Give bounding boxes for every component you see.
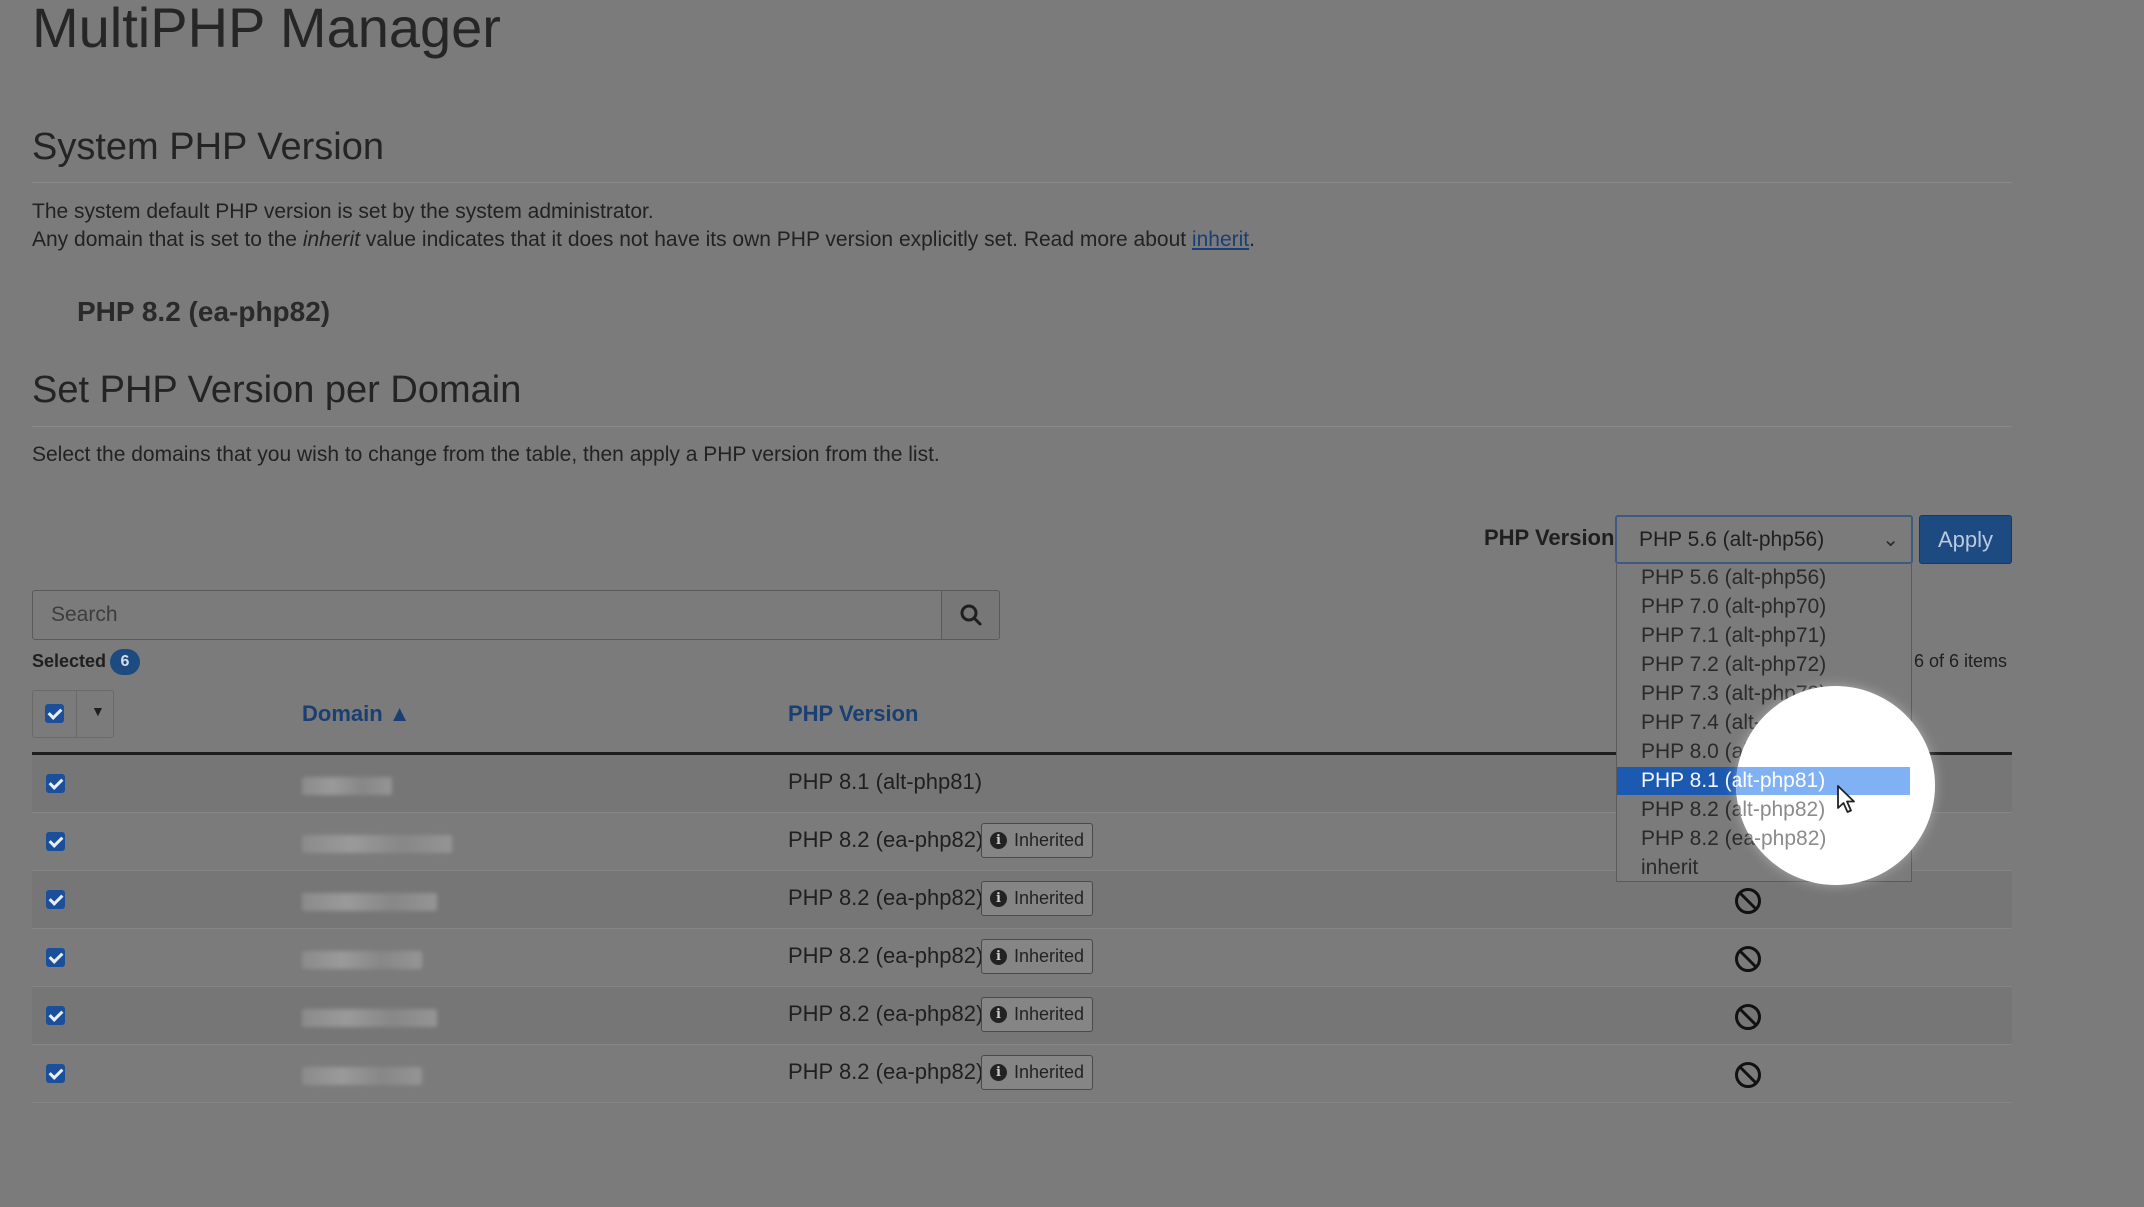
mouse-pointer-icon [1837,785,1855,813]
dropdown-option[interactable]: PHP 7.0 (alt-php70) [1617,593,1911,621]
domain-name-redacted [302,951,422,969]
items-count: 6 of 6 items [1914,651,2008,671]
multiphp-manager-page: MultiPHP Manager System PHP Version The … [0,0,2144,1207]
spotlight-option: PHP 8.2 (alt-php82) [1736,798,1826,821]
system-php-heading: System PHP Version [32,126,385,168]
dropdown-option[interactable]: PHP 7.1 (alt-php71) [1617,622,1911,650]
spotlight-option: inherit [1736,854,1910,882]
domain-name-redacted [302,777,392,795]
php-version-value: PHP 8.2 (ea-php82) [788,943,984,968]
desc-emphasis: inherit [302,228,361,251]
selected-count-badge: 6 [110,649,140,675]
column-header-domain[interactable]: Domain ▲ [302,701,411,727]
page-title: MultiPHP Manager [32,0,501,59]
domain-name-redacted [302,835,452,853]
chevron-down-icon: ⌄ [1882,529,1899,551]
php-version-value: PHP 8.2 (ea-php82) [788,885,984,910]
row-checkbox[interactable] [46,1006,65,1025]
php-version-value: PHP 8.2 (ea-php82) [788,1059,984,1084]
search-button[interactable] [941,590,1000,640]
inherited-badge: i Inherited [981,1055,1094,1090]
domain-name-redacted [302,1009,437,1027]
row-checkbox[interactable] [46,1064,65,1083]
select-all-checkbox[interactable] [45,704,64,723]
ban-icon [1735,1062,1761,1088]
info-icon: i [990,1006,1007,1023]
column-header-php-version[interactable]: PHP Version [788,701,918,727]
row-checkbox[interactable] [46,832,65,851]
desc-text: Any domain that is set to the [32,228,303,251]
divider [32,426,2012,427]
search-input[interactable] [32,590,942,640]
info-icon: i [990,832,1007,849]
per-domain-description: Select the domains that you wish to chan… [32,443,940,466]
search-icon [960,604,982,626]
select-value: PHP 5.6 (alt-php56) [1639,528,1825,551]
divider [32,182,2012,183]
php-version-value: PHP 8.2 (ea-php82) [788,827,984,852]
apply-button[interactable]: Apply [1919,515,2012,564]
inherited-badge: i Inherited [981,997,1094,1032]
desc-text: value indicates that it does not have it… [360,228,1192,251]
inherited-label: Inherited [1014,946,1085,966]
table-row: PHP 8.2 (ea-php82) i Inherited [32,1045,2012,1103]
table-row: PHP 8.2 (ea-php82) i Inherited [32,929,2012,987]
row-checkbox[interactable] [46,774,65,793]
row-checkbox[interactable] [46,890,65,909]
inherited-label: Inherited [1014,830,1085,850]
inherited-label: Inherited [1014,1004,1085,1024]
system-desc-line1: The system default PHP version is set by… [32,200,654,223]
desc-text: . [1249,228,1255,251]
system-description: The system default PHP version is set by… [32,198,1255,254]
inherited-badge: i Inherited [981,823,1094,858]
system-php-version: PHP 8.2 (ea-php82) [77,296,331,327]
info-icon: i [990,1064,1007,1081]
row-checkbox[interactable] [46,948,65,967]
domain-name-redacted [302,1067,422,1085]
ban-icon [1735,888,1761,914]
per-domain-heading: Set PHP Version per Domain [32,369,522,411]
spotlight-option: PHP 8.2 (ea-php82) [1736,827,1827,850]
info-icon: i [990,948,1007,965]
php-version-value: PHP 8.2 (ea-php82) [788,1001,984,1026]
bulk-select-control[interactable]: ▼ [32,690,114,738]
table-row: PHP 8.2 (ea-php82) i Inherited [32,987,2012,1045]
php-version-value: PHP 8.1 (alt-php81) [788,769,983,794]
ban-icon [1735,946,1761,972]
spotlight-option-highlighted: PHP 8.1 (alt-php81) [1736,767,1910,795]
dropdown-option[interactable]: PHP 7.2 (alt-php72) [1617,651,1911,679]
selected-label: Selected [32,651,107,671]
php-version-label: PHP Version [1484,525,1615,550]
divider [76,691,77,737]
inherited-label: Inherited [1014,888,1085,908]
system-desc-line2: Any domain that is set to the inherit va… [32,226,1255,254]
php-version-select[interactable]: PHP 5.6 (alt-php56) ⌄ [1615,515,1913,564]
inherit-link[interactable]: inherit [1192,228,1249,251]
caret-down-icon[interactable]: ▼ [91,703,105,719]
inherited-badge: i Inherited [981,939,1094,974]
domain-name-redacted [302,893,437,911]
dropdown-option[interactable]: PHP 5.6 (alt-php56) [1617,564,1911,592]
ban-icon [1735,1004,1761,1030]
info-icon: i [990,890,1007,907]
inherited-badge: i Inherited [981,881,1094,916]
inherited-label: Inherited [1014,1062,1085,1082]
